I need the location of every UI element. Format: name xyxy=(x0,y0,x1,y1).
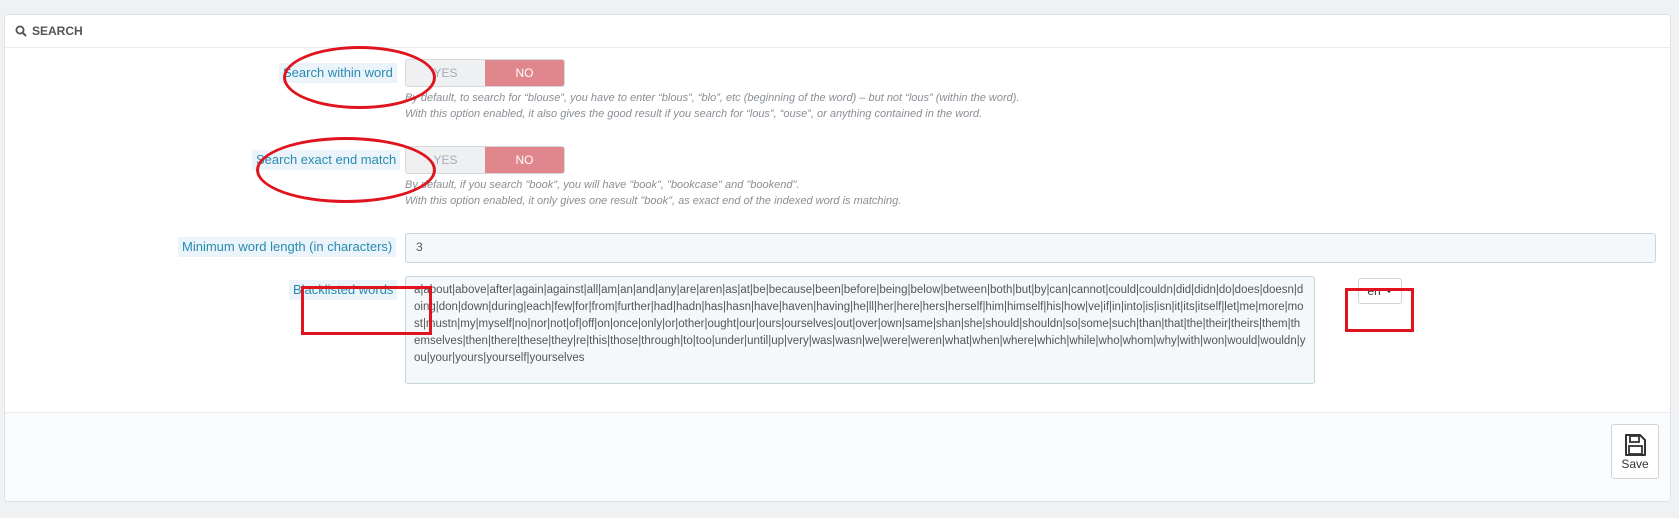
floppy-disk-icon xyxy=(1625,433,1646,456)
save-label: Save xyxy=(1621,456,1649,471)
caret-down-icon xyxy=(1384,289,1393,293)
panel-title: SEARCH xyxy=(32,24,83,38)
search-within-word-yes[interactable]: YES xyxy=(406,60,485,86)
blacklisted-words-textarea[interactable]: a|about|above|after|again|against|all|am… xyxy=(405,276,1315,384)
search-exact-end-match-help-1: By default, if you search "book", you wi… xyxy=(405,179,800,191)
search-within-word-no[interactable]: NO xyxy=(485,60,564,86)
search-within-word-label: Search within word xyxy=(279,63,397,83)
min-word-length-value: 3 xyxy=(416,240,423,254)
min-word-length-input[interactable]: 3 xyxy=(405,233,1656,263)
blacklisted-words-label: Blacklisted words xyxy=(289,280,398,300)
search-within-word-help-1: By default, to search for “blouse”, you … xyxy=(405,92,1020,104)
search-icon xyxy=(15,25,27,37)
search-exact-end-match-no[interactable]: NO xyxy=(485,147,564,173)
language-dropdown[interactable]: en xyxy=(1358,278,1402,304)
min-word-length-label: Minimum word length (in characters) xyxy=(178,237,397,257)
search-exact-end-match-switch[interactable]: YES NO xyxy=(405,146,565,174)
search-exact-end-match-label: Search exact end match xyxy=(252,150,401,170)
search-within-word-help-2: With this option enabled, it also gives … xyxy=(405,108,983,120)
search-exact-end-match-help-2: With this option enabled, it only gives … xyxy=(405,195,902,207)
search-within-word-switch[interactable]: YES NO xyxy=(405,59,565,87)
search-exact-end-match-yes[interactable]: YES xyxy=(406,147,485,173)
panel-footer: Save xyxy=(5,412,1670,501)
language-value: en xyxy=(1367,284,1381,298)
save-button[interactable]: Save xyxy=(1611,424,1659,479)
search-settings-panel: SEARCH Search within word YES NO By defa… xyxy=(4,14,1671,502)
panel-heading: SEARCH xyxy=(5,15,1670,48)
